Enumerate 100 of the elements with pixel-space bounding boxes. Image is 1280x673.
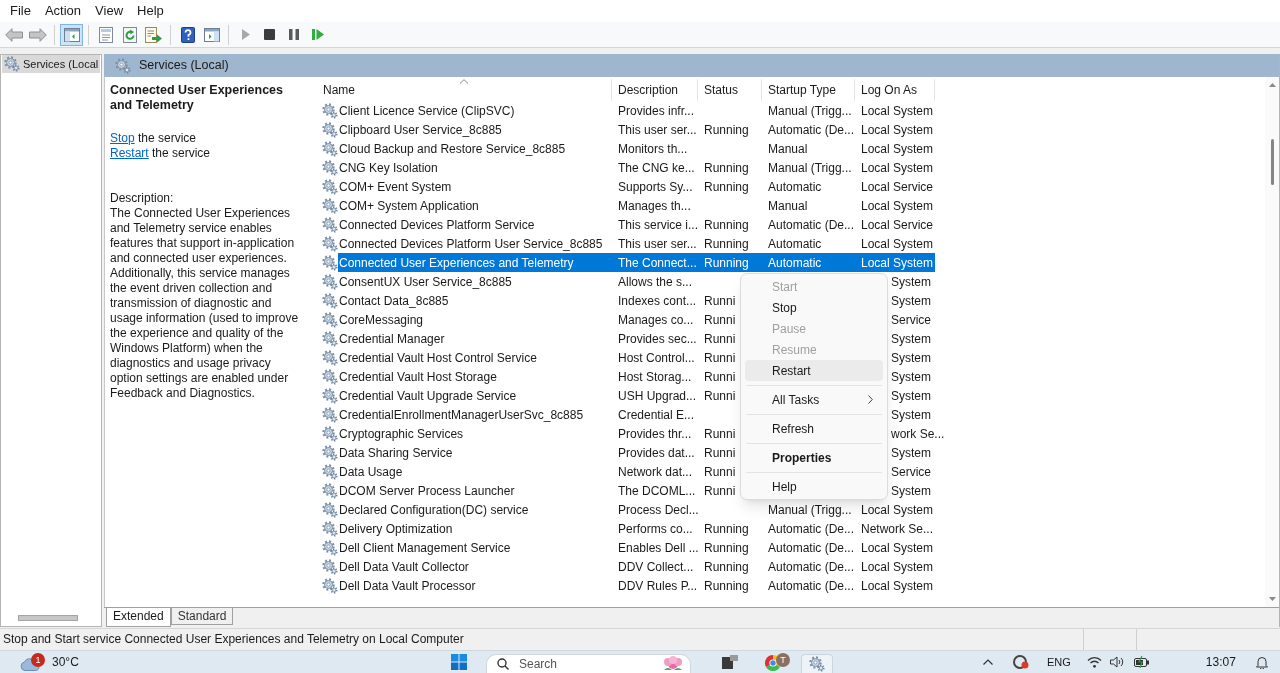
play-icon bbox=[241, 29, 250, 40]
table-cell: Connected User Experiences and Telemetry bbox=[339, 255, 574, 270]
scrollbar-thumb[interactable] bbox=[18, 615, 78, 621]
tab[interactable]: Extended bbox=[106, 608, 171, 627]
battery-icon[interactable] bbox=[1133, 656, 1150, 668]
column-header[interactable]: Name bbox=[316, 79, 612, 101]
table-cell: Credential Vault Upgrade Service bbox=[339, 388, 517, 403]
temperature-text[interactable]: 30°C bbox=[52, 653, 79, 671]
gears-icon bbox=[322, 425, 338, 442]
gears-icon bbox=[322, 102, 338, 119]
menu-item[interactable]: View bbox=[88, 1, 131, 21]
gears-icon bbox=[322, 292, 338, 309]
gears-icon bbox=[115, 57, 131, 74]
left-arrow-icon bbox=[4, 27, 23, 42]
table-row[interactable]: Connected User Experiences and Telemetry The Connect... Running Automatic Local System bbox=[338, 253, 935, 272]
table-cell: Cryptographic Services bbox=[339, 426, 464, 441]
dark-square-icon[interactable] bbox=[722, 655, 738, 669]
table-cell: Dell Client Management Service bbox=[339, 540, 511, 555]
table-cell: Performs co... bbox=[618, 521, 693, 536]
table-cell: Automatic bbox=[768, 179, 822, 194]
action-link[interactable]: Restart bbox=[110, 146, 149, 160]
menu-item[interactable]: Help bbox=[130, 1, 171, 21]
table-cell: Contact Data_8c885 bbox=[339, 293, 449, 308]
column-header[interactable]: Startup Type bbox=[762, 79, 855, 101]
table-cell: Runni bbox=[704, 293, 736, 308]
gears-icon bbox=[322, 235, 338, 252]
table-cell: Service bbox=[891, 464, 931, 479]
menu-item[interactable]: Restart bbox=[745, 360, 883, 381]
menu-item[interactable]: Refresh bbox=[745, 418, 883, 439]
table-cell: CNG Key Isolation bbox=[339, 160, 438, 175]
table-cell: Automatic (De... bbox=[768, 521, 855, 536]
table-cell: System bbox=[891, 293, 931, 308]
table-cell: COM+ System Application bbox=[339, 198, 479, 213]
gears-icon bbox=[322, 387, 338, 404]
table-cell: Declared Configuration(DC) service bbox=[339, 502, 529, 517]
speaker-icon[interactable] bbox=[1109, 656, 1124, 668]
menu-item[interactable]: File bbox=[3, 1, 38, 21]
table-cell: Provides sec... bbox=[618, 331, 697, 346]
table-cell: Running bbox=[704, 179, 749, 194]
table-cell: Local System bbox=[861, 255, 934, 270]
table-cell: work Se... bbox=[891, 426, 945, 441]
table-cell: Runni bbox=[704, 350, 736, 365]
scrollbar-thumb[interactable] bbox=[1270, 139, 1274, 185]
column-header[interactable]: Log On As bbox=[855, 79, 935, 101]
table-cell: Manages th... bbox=[618, 198, 691, 213]
language-indicator[interactable]: ENG bbox=[1047, 653, 1071, 671]
document-arrow-icon bbox=[145, 26, 162, 43]
column-header[interactable]: Description bbox=[612, 79, 698, 101]
wifi-icon[interactable] bbox=[1086, 656, 1102, 668]
table-cell: Manual bbox=[768, 141, 808, 156]
tab[interactable]: Standard bbox=[170, 608, 234, 625]
table-cell: Local System bbox=[861, 578, 934, 593]
menu-item[interactable]: All Tasks bbox=[745, 389, 883, 410]
table-cell: The CNG ke... bbox=[618, 160, 695, 175]
menu-item[interactable]: Help bbox=[745, 476, 883, 497]
table-cell: USH Upgrad... bbox=[618, 388, 697, 403]
menu-item[interactable]: Stop bbox=[745, 297, 883, 318]
table-cell: Monitors th... bbox=[618, 141, 688, 156]
table-cell: System bbox=[891, 388, 931, 403]
bar-play-icon bbox=[311, 29, 324, 40]
console-tree-button[interactable] bbox=[60, 23, 83, 46]
gears-icon bbox=[809, 656, 825, 672]
table-cell: Running bbox=[704, 521, 749, 536]
column-header[interactable]: Status bbox=[698, 79, 762, 101]
table-cell: This service i... bbox=[618, 217, 698, 232]
table-cell: Manual (Trigg... bbox=[768, 103, 852, 118]
table-cell: Local System bbox=[861, 141, 934, 156]
table-cell: Provides dat... bbox=[618, 445, 695, 460]
search-field[interactable]: Search bbox=[486, 654, 691, 673]
table-cell: DDV Rules P... bbox=[618, 578, 698, 593]
taskbar-app-button[interactable] bbox=[801, 654, 833, 673]
gears-icon bbox=[322, 254, 338, 271]
table-cell: Data Sharing Service bbox=[339, 445, 453, 460]
clock-text[interactable]: 13:07 bbox=[1205, 653, 1236, 671]
table-cell: Manages co... bbox=[618, 312, 694, 327]
vertical-scrollbar[interactable] bbox=[1265, 77, 1279, 607]
table-cell: Data Usage bbox=[339, 464, 403, 479]
table-cell: Provides thr... bbox=[618, 426, 692, 441]
bell-icon[interactable] bbox=[1255, 655, 1268, 669]
table-cell: Credential Vault Host Storage bbox=[339, 369, 497, 384]
gears-icon bbox=[322, 444, 338, 461]
menu-item[interactable]: Action bbox=[37, 1, 89, 21]
menu-item[interactable]: Properties bbox=[745, 447, 883, 468]
gears-icon bbox=[322, 159, 338, 176]
description-text: The Connected User Experiences and Telemetry service enables features that support in-application and connected user experiences. Additionally, this service manages the event driven collection and transmission of diagnostic and usage information (used to improve the experience and quality of the Windows Platform) when the diagnostics and usage privacy option settings are enabled under Feedback and Diagnostics. bbox=[110, 206, 300, 401]
table-cell: Runni bbox=[704, 312, 736, 327]
action-link[interactable]: Stop bbox=[110, 131, 135, 145]
table-cell: Local System bbox=[861, 122, 934, 137]
chevron-up-icon[interactable] bbox=[983, 659, 993, 665]
tree-item[interactable]: Services (Local bbox=[2, 55, 100, 73]
table-cell: Automatic (De... bbox=[768, 540, 855, 555]
gears-icon bbox=[322, 273, 338, 290]
action-text: Restart the service bbox=[110, 146, 212, 161]
table-cell: Local System bbox=[861, 502, 934, 517]
table-cell: Host Storag... bbox=[618, 369, 692, 384]
table-cell: Automatic (De... bbox=[768, 122, 855, 137]
table-cell: Manual bbox=[768, 198, 808, 213]
chevron-right-icon bbox=[868, 395, 873, 404]
table-cell: Network dat... bbox=[618, 464, 693, 479]
round-tray-icon[interactable] bbox=[1013, 654, 1029, 670]
